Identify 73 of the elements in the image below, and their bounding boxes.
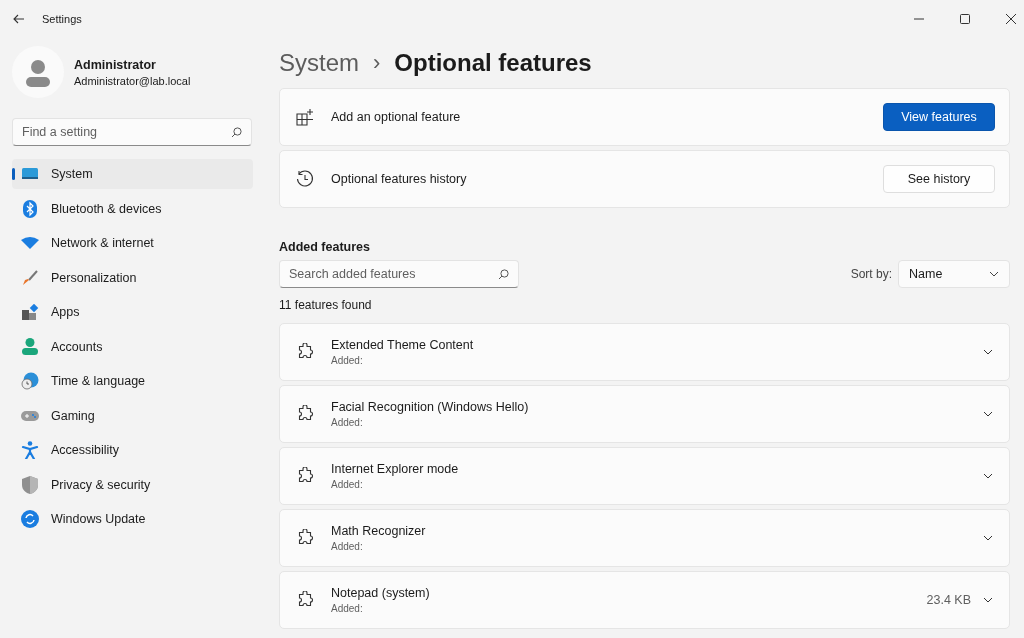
gamepad-icon xyxy=(21,409,39,422)
history-icon xyxy=(296,170,314,188)
feature-status: Added: xyxy=(331,541,364,552)
feature-name: Facial Recognition (Windows Hello) xyxy=(331,400,529,414)
result-count: 11 features found xyxy=(279,298,373,312)
sidebar-item[interactable]: Network & internet xyxy=(12,228,253,258)
maximize-icon[interactable] xyxy=(960,14,970,24)
feature-row[interactable]: Facial Recognition (Windows Hello) Added: xyxy=(279,385,1010,443)
page-title: Optional features xyxy=(394,49,592,77)
puzzle-icon xyxy=(296,467,314,485)
add-grid-icon xyxy=(296,108,314,126)
bluetooth-icon xyxy=(21,199,39,218)
feature-row[interactable]: Internet Explorer mode Added: xyxy=(279,447,1010,505)
window-title: Settings xyxy=(42,13,82,25)
feature-status: Added: xyxy=(331,479,364,490)
sidebar-item[interactable]: Windows Update xyxy=(12,504,253,534)
sidebar-item[interactable]: Personalization xyxy=(12,262,253,293)
action-label: Add an optional feature xyxy=(331,110,461,124)
feature-name: Extended Theme Content xyxy=(331,338,474,352)
paintbrush-icon xyxy=(21,269,39,286)
sort-dropdown[interactable]: Name xyxy=(898,260,1010,288)
puzzle-icon xyxy=(296,343,314,361)
sidebar-item[interactable]: Accounts xyxy=(12,331,253,362)
feature-name: Math Recognizer xyxy=(331,524,426,538)
feature-name: Internet Explorer mode xyxy=(331,462,459,476)
chevron-down-icon[interactable] xyxy=(983,411,993,417)
feature-size: 23.4 KB xyxy=(926,593,971,607)
feature-name: Notepad (system) xyxy=(331,586,430,600)
person-icon xyxy=(21,338,39,355)
feature-row[interactable]: Notepad (system) Added: 23.4 KB xyxy=(279,571,1010,629)
wifi-icon xyxy=(21,237,39,249)
puzzle-icon xyxy=(296,529,314,547)
feature-row[interactable]: Math Recognizer Added: xyxy=(279,509,1010,567)
breadcrumb-parent[interactable]: System xyxy=(279,49,359,77)
feature-search-field[interactable]: Search added features xyxy=(279,260,519,288)
feature-row[interactable]: Extended Theme Content Added: xyxy=(279,323,1010,381)
feature-status: Added: xyxy=(331,603,364,614)
sort-label: Sort by: xyxy=(850,267,892,281)
accessibility-icon xyxy=(21,441,39,459)
chevron-down-icon[interactable] xyxy=(983,473,993,479)
avatar-icon xyxy=(12,46,64,98)
shield-icon xyxy=(21,475,39,494)
sidebar-item[interactable]: Gaming xyxy=(12,400,253,431)
action-label: Optional features history xyxy=(331,172,467,186)
chevron-down-icon[interactable] xyxy=(983,535,993,541)
chevron-down-icon[interactable] xyxy=(983,349,993,355)
feature-status: Added: xyxy=(331,417,364,428)
search-icon xyxy=(231,127,242,138)
puzzle-icon xyxy=(296,591,314,609)
back-arrow-icon[interactable] xyxy=(13,14,25,24)
breadcrumb-separator: › xyxy=(373,50,381,76)
action-button[interactable]: See history xyxy=(883,165,995,193)
sidebar-item[interactable]: Apps xyxy=(12,297,253,327)
sidebar-item[interactable]: Accessibility xyxy=(12,435,253,465)
monitor-icon xyxy=(21,167,39,181)
account-name: Administrator xyxy=(74,57,157,72)
action-button[interactable]: View features xyxy=(883,103,995,131)
search-icon xyxy=(498,269,509,280)
puzzle-icon xyxy=(296,405,314,423)
search-field[interactable]: Find a setting xyxy=(12,118,252,146)
feature-status: Added: xyxy=(331,355,364,366)
apps-icon xyxy=(21,304,39,320)
sync-icon xyxy=(21,510,39,528)
sidebar-item[interactable]: Time & language xyxy=(12,366,253,396)
chevron-down-icon xyxy=(989,271,999,277)
account-email: Administrator@lab.local xyxy=(74,74,191,87)
globe-clock-icon xyxy=(21,372,39,390)
sidebar-item[interactable]: Bluetooth & devices xyxy=(12,193,253,224)
sidebar-item[interactable]: Privacy & security xyxy=(12,469,253,500)
sidebar-item[interactable]: System xyxy=(12,159,253,189)
section-heading: Added features xyxy=(279,240,371,254)
chevron-down-icon[interactable] xyxy=(983,597,993,603)
close-icon[interactable] xyxy=(1006,14,1016,24)
